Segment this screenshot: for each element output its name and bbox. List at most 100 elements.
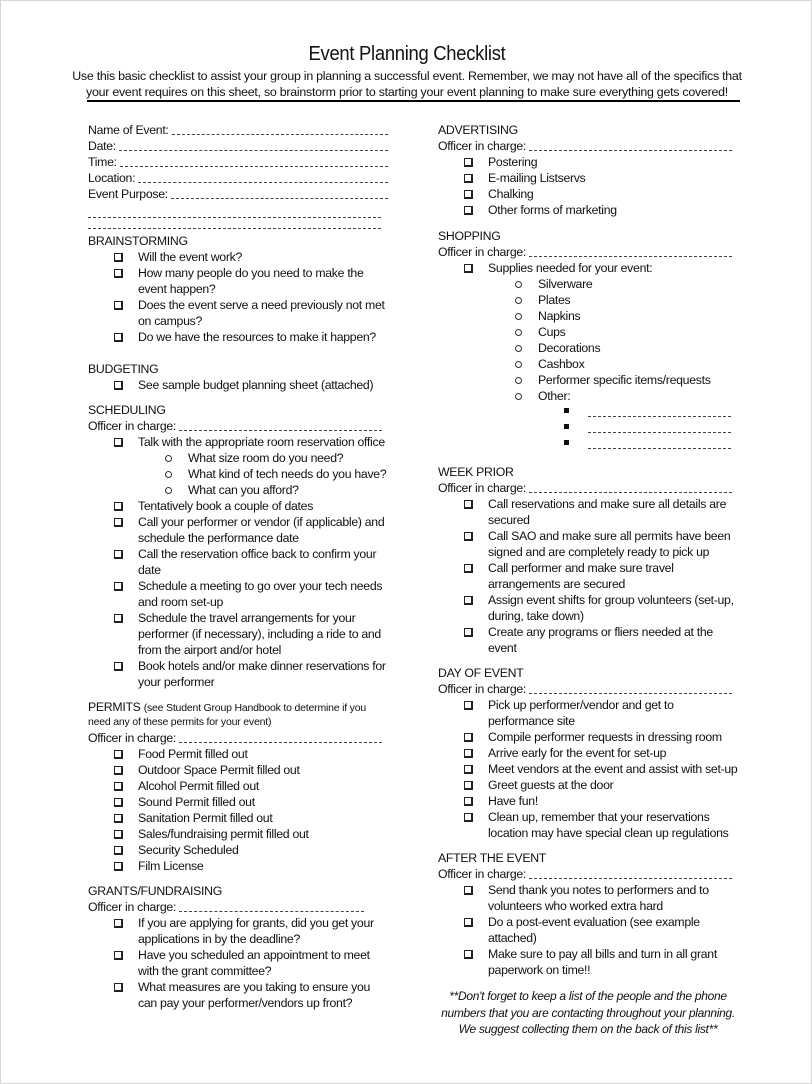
blank-line[interactable] — [179, 418, 382, 431]
checkbox-icon[interactable] — [464, 886, 473, 895]
checklist-item[interactable]: Security Scheduled — [88, 842, 388, 858]
officer-in-charge-field[interactable]: Officer in charge: — [88, 730, 388, 746]
checklist-item[interactable]: Does the event serve a need previously n… — [88, 297, 388, 329]
checkbox-icon[interactable] — [114, 662, 123, 671]
blank-line[interactable] — [179, 730, 382, 743]
event-time-field[interactable]: Time: — [88, 154, 388, 170]
blank-line[interactable] — [118, 138, 388, 151]
checkbox-icon[interactable] — [464, 781, 473, 790]
checkbox-icon[interactable] — [464, 950, 473, 959]
checklist-item[interactable]: Call SAO and make sure all permits have … — [438, 528, 738, 560]
blank-line[interactable] — [529, 866, 732, 879]
checklist-item[interactable]: Book hotels and/or make dinner reservati… — [88, 658, 388, 690]
checkbox-icon[interactable] — [114, 766, 123, 775]
checkbox-icon[interactable] — [114, 502, 123, 511]
checklist-item[interactable]: Make sure to pay all bills and turn in a… — [438, 946, 738, 978]
blank-line[interactable] — [170, 186, 388, 199]
blank-line[interactable] — [529, 480, 732, 493]
checkbox-icon[interactable] — [464, 628, 473, 637]
purpose-blank-line-2[interactable] — [88, 218, 381, 229]
checklist-item[interactable]: Call your performer or vendor (if applic… — [88, 514, 388, 546]
checklist-item[interactable]: Schedule a meeting to go over your tech … — [88, 578, 388, 610]
checkbox-icon[interactable] — [114, 750, 123, 759]
blank-line[interactable] — [529, 138, 732, 151]
checklist-item[interactable]: Call performer and make sure travel arra… — [438, 560, 738, 592]
checkbox-icon[interactable] — [464, 596, 473, 605]
checkbox-icon[interactable] — [114, 862, 123, 871]
checklist-item[interactable]: Alcohol Permit filled out — [88, 778, 388, 794]
checkbox-icon[interactable] — [464, 158, 473, 167]
checklist-item[interactable]: Send thank you notes to performers and t… — [438, 882, 738, 914]
checklist-item[interactable]: Call the reservation office back to conf… — [88, 546, 388, 578]
checkbox-icon[interactable] — [114, 951, 123, 960]
checkbox-icon[interactable] — [114, 919, 123, 928]
checklist-item[interactable]: E-mailing Listservs — [438, 170, 738, 186]
checkbox-icon[interactable] — [464, 264, 473, 273]
checklist-item[interactable]: Assign event shifts for group volunteers… — [438, 592, 738, 624]
checkbox-icon[interactable] — [464, 564, 473, 573]
officer-in-charge-field[interactable]: Officer in charge: — [438, 138, 738, 154]
checkbox-icon[interactable] — [114, 438, 123, 447]
checklist-item[interactable]: Have fun! — [438, 793, 738, 809]
checklist-item[interactable]: Pick up performer/vendor and get to perf… — [438, 697, 738, 729]
checklist-item[interactable]: Clean up, remember that your reservation… — [438, 809, 738, 841]
blank-line[interactable] — [588, 436, 731, 449]
checkbox-icon[interactable] — [114, 798, 123, 807]
checklist-item[interactable]: Schedule the travel arrangements for you… — [88, 610, 388, 658]
checklist-item[interactable]: Chalking — [438, 186, 738, 202]
checkbox-icon[interactable] — [114, 333, 123, 342]
checkbox-icon[interactable] — [114, 830, 123, 839]
officer-in-charge-field[interactable]: Officer in charge: — [438, 866, 738, 882]
checkbox-icon[interactable] — [464, 206, 473, 215]
checkbox-icon[interactable] — [464, 190, 473, 199]
checklist-item[interactable]: Talk with the appropriate room reservati… — [88, 434, 388, 498]
checkbox-icon[interactable] — [114, 983, 123, 992]
blank-line[interactable] — [529, 244, 732, 257]
blank-line[interactable] — [171, 122, 388, 135]
blank-line[interactable] — [119, 154, 388, 167]
other-supply-blank[interactable] — [438, 436, 738, 452]
checklist-item[interactable]: Tentatively book a couple of dates — [88, 498, 388, 514]
checklist-item[interactable]: Create any programs or fliers needed at … — [438, 624, 738, 656]
checkbox-icon[interactable] — [114, 550, 123, 559]
checkbox-icon[interactable] — [114, 253, 123, 262]
checkbox-icon[interactable] — [114, 381, 123, 390]
blank-line[interactable] — [588, 404, 731, 417]
checkbox-icon[interactable] — [464, 532, 473, 541]
other-supply-blank[interactable] — [438, 404, 738, 420]
checklist-item[interactable]: Do we have the resources to make it happ… — [88, 329, 388, 345]
checkbox-icon[interactable] — [464, 174, 473, 183]
officer-in-charge-field[interactable]: Officer in charge: — [88, 418, 388, 434]
blank-line[interactable] — [588, 420, 731, 433]
checkbox-icon[interactable] — [114, 614, 123, 623]
blank-line[interactable] — [529, 681, 732, 694]
blank-line[interactable] — [179, 899, 364, 912]
checkbox-icon[interactable] — [114, 582, 123, 591]
checklist-item[interactable]: See sample budget planning sheet (attach… — [88, 377, 388, 393]
officer-in-charge-field[interactable]: Officer in charge: — [88, 899, 370, 915]
purpose-blank-line-1[interactable] — [88, 202, 381, 218]
officer-in-charge-field[interactable]: Officer in charge: — [438, 244, 738, 260]
other-supply-blank[interactable] — [438, 420, 738, 436]
checkbox-icon[interactable] — [464, 500, 473, 509]
checkbox-icon[interactable] — [464, 701, 473, 710]
checklist-item[interactable]: Call reservations and make sure all deta… — [438, 496, 738, 528]
checklist-item[interactable]: If you are applying for grants, did you … — [88, 915, 388, 947]
event-name-field[interactable]: Name of Event: — [88, 122, 388, 138]
checklist-item[interactable]: How many people do you need to make the … — [88, 265, 388, 297]
checklist-item[interactable]: Compile performer requests in dressing r… — [438, 729, 738, 745]
checkbox-icon[interactable] — [464, 733, 473, 742]
event-purpose-field[interactable]: Event Purpose: — [88, 186, 388, 202]
checkbox-icon[interactable] — [114, 301, 123, 310]
checklist-item[interactable]: Sound Permit filled out — [88, 794, 388, 810]
event-location-field[interactable]: Location: — [88, 170, 388, 186]
checkbox-icon[interactable] — [464, 918, 473, 927]
event-date-field[interactable]: Date: — [88, 138, 388, 154]
officer-in-charge-field[interactable]: Officer in charge: — [438, 480, 738, 496]
checklist-item[interactable]: Greet guests at the door — [438, 777, 738, 793]
checklist-item[interactable]: Will the event work? — [88, 249, 388, 265]
checklist-item[interactable]: Arrive early for the event for set-up — [438, 745, 738, 761]
checklist-item[interactable]: Sanitation Permit filled out — [88, 810, 388, 826]
checkbox-icon[interactable] — [464, 749, 473, 758]
checklist-item[interactable]: Meet vendors at the event and assist wit… — [438, 761, 738, 777]
